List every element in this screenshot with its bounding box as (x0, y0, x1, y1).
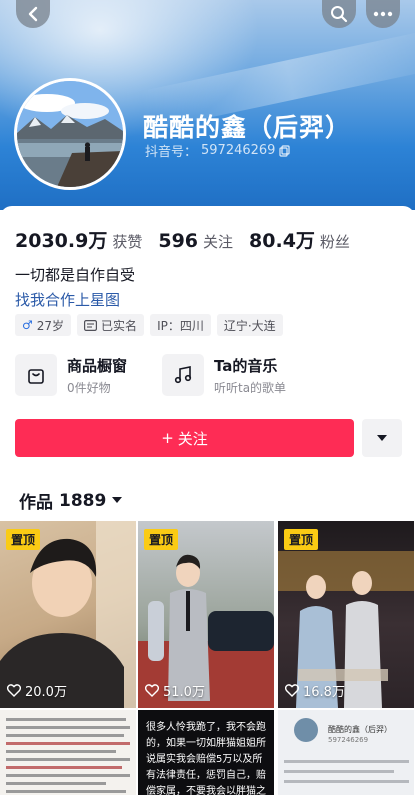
video-text-card: 很多人怜我跪了，我不会跑的，如果一切如胖猫姐姐所说属实我会赔偿5万以及所有法律责… (146, 722, 266, 795)
music-note-icon (174, 366, 192, 384)
male-icon: ♂ (22, 318, 33, 332)
tag-ip: IP：四川 (150, 314, 211, 336)
tag-age: ♂ 27岁 (15, 314, 72, 336)
shop-title: 商品橱窗 (67, 356, 128, 375)
copy-icon[interactable] (279, 144, 291, 157)
video-likes: 20.0万 (7, 681, 67, 700)
pinned-badge: 置顶 (284, 529, 319, 550)
pinned-badge: 置顶 (144, 529, 179, 550)
tag-location-text: 辽宁·大连 (223, 318, 276, 333)
stat-number: 2030.9万 (15, 230, 108, 252)
music-entry[interactable]: Ta的音乐 听听ta的歌单 (162, 354, 286, 396)
pinned-badge: 置顶 (6, 529, 41, 550)
music-title: Ta的音乐 (214, 356, 278, 375)
tag-ip-text: IP：四川 (157, 318, 204, 333)
video-thumbnail[interactable]: 置顶 20.0万 (0, 521, 136, 708)
profile-screenshot-image (284, 718, 409, 783)
profile-sheet: 2030.9万 获赞 596 关注 80.4万 粉丝 一切都是自作自受 找我合作… (0, 206, 415, 795)
video-likes-count: 20.0万 (25, 685, 67, 700)
stat-number: 596 (158, 230, 199, 252)
music-icon-box (162, 354, 204, 396)
recommend-dropdown-button[interactable] (362, 419, 402, 457)
bio-text: 一切都是自作自受 (15, 266, 136, 284)
avatar[interactable] (14, 78, 126, 190)
douyin-id-label: 抖音号： (145, 145, 198, 160)
screenshot-id: 597246269 (328, 736, 369, 744)
shop-subtitle: 0件好物 (67, 380, 111, 395)
tag-location: 辽宁·大连 (216, 314, 283, 336)
video-thumbnail[interactable]: 酷酷的鑫（后羿） 597246269 (278, 710, 414, 795)
chevron-left-icon (28, 6, 38, 22)
stat-followers[interactable]: 80.4万 粉丝 (249, 226, 350, 253)
heart-icon (145, 684, 159, 697)
screenshot-name: 酷酷的鑫（后羿） (328, 725, 392, 734)
stats-row: 2030.9万 获赞 596 关注 80.4万 粉丝 (15, 226, 350, 253)
id-card-icon (84, 319, 98, 331)
caret-down-icon (112, 497, 123, 503)
video-thumbnail[interactable]: 置顶 16.8万 (278, 521, 414, 708)
video-thumbnail[interactable]: 很多人怜我跪了，我不会跑的，如果一切如胖猫姐姐所说属实我会赔偿5万以及所有法律责… (138, 710, 274, 795)
profile-tags: ♂ 27岁 已实名 IP：四川 辽宁·大连 (15, 314, 283, 336)
shopping-bag-icon (28, 369, 44, 384)
heart-icon (7, 684, 21, 697)
stat-number: 80.4万 (249, 230, 315, 252)
tag-verified-text: 已实名 (101, 318, 138, 333)
stat-label: 粉丝 (319, 233, 350, 251)
shop-window-entry[interactable]: 商品橱窗 0件好物 (15, 354, 127, 396)
screenshot-text-lines (6, 718, 130, 793)
stat-label: 关注 (203, 233, 234, 251)
tag-verified: 已实名 (77, 314, 145, 336)
works-count: 1889 (59, 490, 107, 511)
video-thumbnail[interactable] (0, 710, 136, 795)
follow-button[interactable]: + 关注 (15, 419, 354, 457)
star-map-link[interactable]: 找我合作上星图 (15, 289, 120, 310)
shop-icon-box (15, 354, 57, 396)
video-likes: 16.8万 (285, 681, 345, 700)
works-tab[interactable]: 作品 1889 (19, 488, 123, 513)
music-subtitle: 听听ta的歌单 (214, 380, 287, 395)
stat-likes: 2030.9万 获赞 (15, 226, 142, 253)
douyin-id: 抖音号： 597246269 (145, 141, 291, 160)
follow-label: 关注 (177, 429, 208, 448)
plus-icon: + (161, 429, 174, 447)
more-dots-icon (373, 11, 393, 17)
douyin-id-value: 597246269 (201, 143, 276, 158)
search-icon (331, 6, 348, 23)
profile-name: 酷酷的鑫（后羿） (143, 113, 352, 142)
video-likes-count: 51.0万 (163, 685, 205, 700)
video-thumbnail[interactable]: 置顶 51.0万 (138, 521, 274, 708)
works-label: 作品 (19, 493, 53, 513)
tag-age-text: 27岁 (36, 318, 65, 333)
stat-label: 获赞 (112, 233, 143, 251)
caret-down-icon (377, 435, 387, 441)
avatar-landscape-image (17, 81, 123, 187)
video-likes: 51.0万 (145, 681, 205, 700)
video-likes-count: 16.8万 (303, 685, 345, 700)
heart-icon (285, 684, 299, 697)
stat-following[interactable]: 596 关注 (158, 230, 233, 252)
